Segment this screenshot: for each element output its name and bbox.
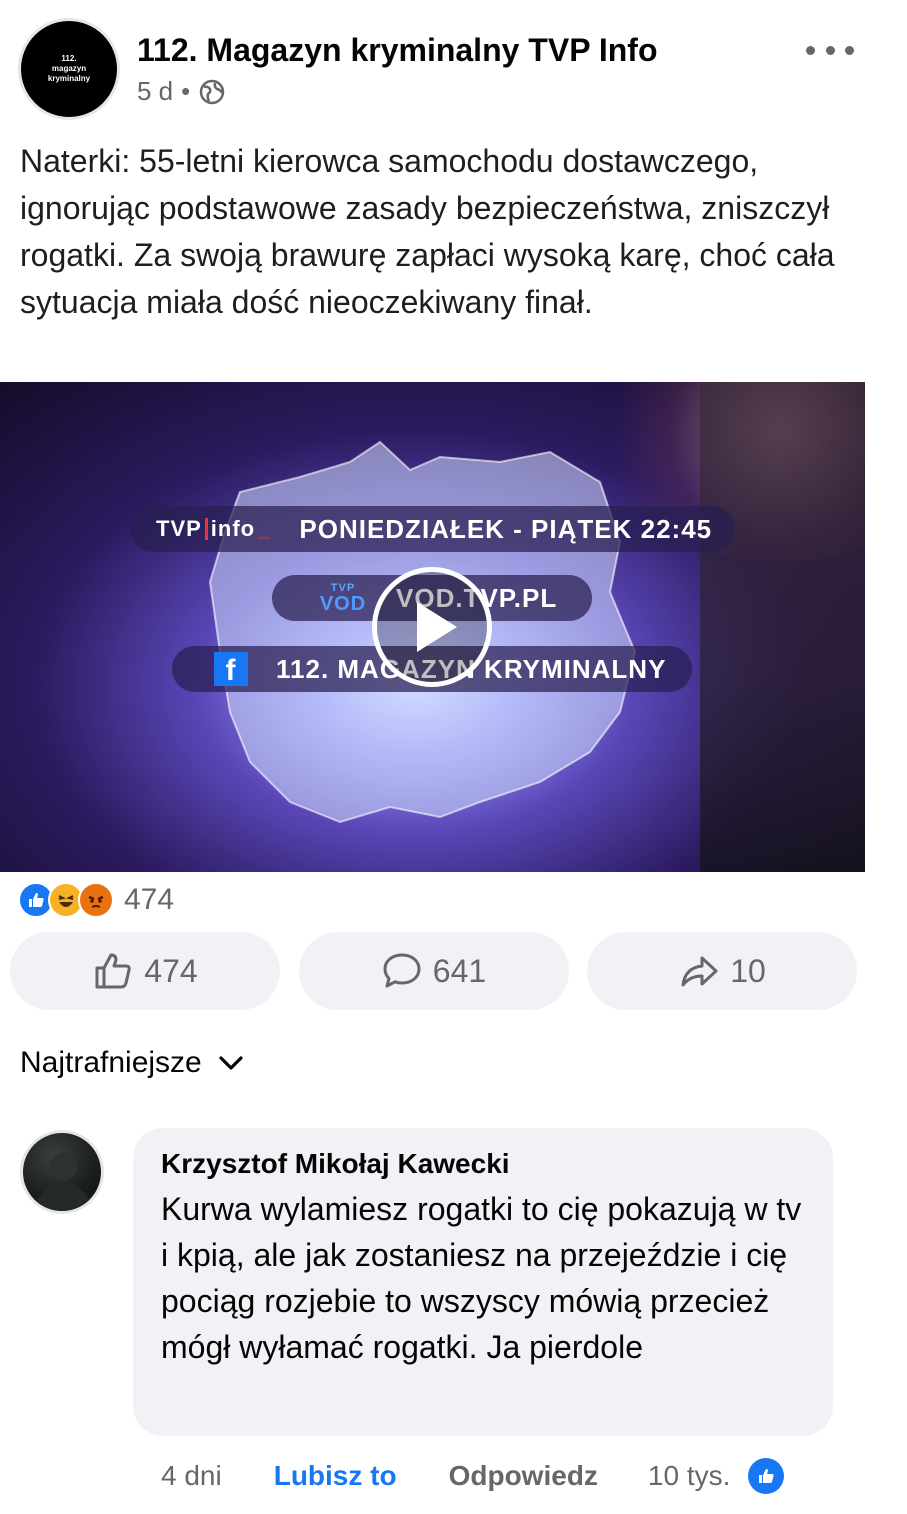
comment-author[interactable]: Krzysztof Mikołaj Kawecki — [161, 1148, 510, 1180]
like-reaction-icon — [748, 1458, 785, 1494]
post-actions: 474 641 10 — [10, 932, 857, 1010]
page-avatar[interactable]: 112. magazyn kryminalny — [18, 18, 120, 120]
page-name[interactable]: 112. Magazyn kryminalny TVP Info — [137, 32, 657, 69]
page-avatar-line-2: magazyn — [51, 64, 87, 73]
globe-icon — [200, 79, 225, 104]
sort-label: Najtrafniejsze — [20, 1046, 202, 1079]
comment-bubble-icon — [383, 953, 421, 988]
post-time[interactable]: 5 d — [137, 76, 173, 107]
comment-sort-dropdown[interactable]: Najtrafniejsze — [20, 1046, 246, 1080]
comment-footer: 4 dni Lubisz to Odpowiedz 10 tys. — [161, 1458, 785, 1494]
play-button[interactable] — [372, 567, 492, 687]
meta-separator: • — [181, 76, 191, 106]
tvp-vod-logo: TVP VOD — [314, 580, 372, 616]
chevron-down-icon — [219, 1056, 243, 1070]
more-dots-icon[interactable] — [806, 36, 854, 64]
post-meta: 5 d • — [137, 76, 226, 107]
post-text: Naterki: 55-letni kierowca samochodu dos… — [20, 143, 835, 320]
comment-reaction-count[interactable]: 10 tys. — [648, 1460, 730, 1492]
reaction-count: 474 — [124, 883, 175, 916]
dot — [825, 45, 835, 55]
page-avatar-line-3: kryminalny — [47, 74, 91, 83]
commenter-photo — [34, 1153, 94, 1211]
schedule-text: PONIEDZIAŁEK - PIĄTEK 22:45 — [299, 513, 713, 544]
schedule-pill: TVP info _ PONIEDZIAŁEK - PIĄTEK 22:45 — [130, 506, 735, 552]
commenter-avatar[interactable] — [20, 1130, 104, 1214]
play-icon — [417, 602, 457, 652]
dot — [845, 45, 854, 55]
tvp-info-logo: TVP info _ — [156, 516, 272, 541]
comment-time[interactable]: 4 dni — [161, 1460, 222, 1492]
comment-text: Kurwa wylamiesz rogatki to cię pokazują … — [161, 1191, 802, 1365]
share-arrow-icon — [681, 956, 718, 987]
dot — [806, 45, 815, 55]
share-button[interactable]: 10 — [587, 932, 857, 1010]
page-avatar-line-1: 112. — [61, 54, 77, 63]
share-count: 10 — [730, 952, 766, 989]
tvp-logo-bar — [204, 518, 208, 540]
like-count: 474 — [144, 952, 198, 989]
reactions-summary[interactable]: 474 — [18, 882, 174, 918]
comment-reply-button[interactable]: Odpowiedz — [449, 1460, 598, 1492]
angry-reaction-icon — [78, 882, 114, 918]
like-button[interactable]: 474 — [10, 932, 280, 1010]
thumbs-up-icon — [95, 953, 131, 989]
comment-like-button[interactable]: Lubisz to — [274, 1460, 397, 1492]
comment-button[interactable]: 641 — [298, 932, 569, 1010]
tvp-info-text: info — [210, 516, 256, 541]
facebook-icon: f — [214, 652, 248, 686]
tvp-logo-text: TVP — [156, 516, 202, 541]
video-background-panel — [700, 382, 865, 872]
video-player[interactable]: TVP info _ PONIEDZIAŁEK - PIĄTEK 22:45 TV… — [0, 382, 865, 872]
vod-big-text: VOD — [319, 593, 367, 615]
comment-count: 641 — [432, 952, 487, 989]
